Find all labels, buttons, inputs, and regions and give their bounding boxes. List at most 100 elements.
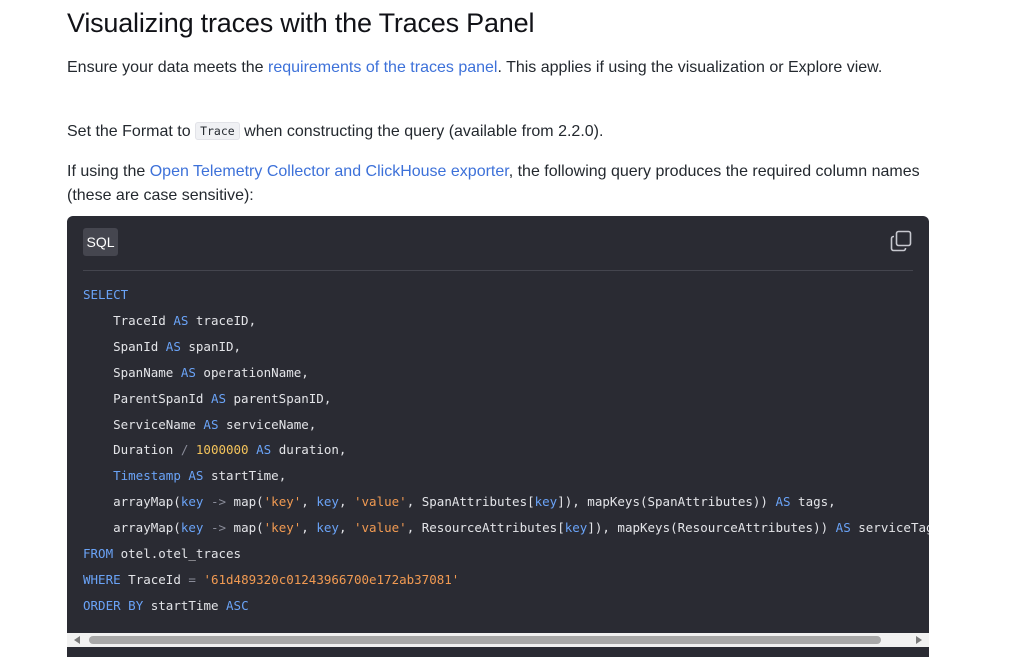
code-token: SpanId <box>83 338 166 354</box>
code-token: ]), mapKeys(ResourceAttributes)) <box>587 520 836 536</box>
code-line: Timestamp AS startTime, <box>83 468 286 483</box>
copy-icon[interactable] <box>889 229 913 253</box>
code-token: AS <box>203 416 219 432</box>
code-token: , <box>301 520 317 536</box>
code-token: TraceId <box>120 571 189 587</box>
code-token: ParentSpanId <box>83 390 211 406</box>
paragraph-otel: If using the Open Telemetry Collector an… <box>67 160 929 208</box>
code-token: AS <box>188 468 204 484</box>
code-line: ParentSpanId AS parentSpanID, <box>83 391 331 406</box>
code-token: -> <box>210 494 227 510</box>
horizontal-scrollbar[interactable] <box>67 633 929 647</box>
code-token: , <box>338 494 354 510</box>
otel-exporter-link[interactable]: Open Telemetry Collector and ClickHouse … <box>150 163 509 180</box>
code-token: AS <box>835 520 851 536</box>
code-token: traceID, <box>188 312 257 328</box>
code-line: SELECT <box>83 287 128 302</box>
code-token: Timestamp <box>113 468 181 484</box>
paragraph-text: . This applies if using the visualizatio… <box>497 59 883 76</box>
scroll-thumb[interactable] <box>89 636 881 644</box>
code-token: = <box>188 571 196 587</box>
code-token: AS <box>775 494 791 510</box>
code-line: arrayMap(key -> map('key', key, 'value',… <box>83 494 836 509</box>
paragraph-text: Ensure your data meets the <box>67 59 268 76</box>
code-line: SpanId AS spanID, <box>83 339 241 354</box>
code-token: key <box>534 494 558 510</box>
code-token: parentSpanID, <box>226 390 332 406</box>
code-token: 'key' <box>263 494 302 510</box>
code-line: Duration / 1000000 AS duration, <box>83 442 346 457</box>
code-header-divider <box>83 270 913 271</box>
code-token: duration, <box>271 442 347 458</box>
paragraph-text: If using the <box>67 163 150 180</box>
code-token: AS <box>256 442 272 458</box>
code-token: otel.otel_traces <box>113 546 242 562</box>
code-token: AS <box>210 390 226 406</box>
code-line: ORDER BY startTime ASC <box>83 598 249 613</box>
code-token: , <box>338 520 354 536</box>
code-token: 'value' <box>354 494 407 510</box>
code-token: startTime, <box>203 468 287 484</box>
code-token: AS <box>165 338 181 354</box>
code-token: BY <box>128 597 144 613</box>
paragraph-requirements: Ensure your data meets the requirements … <box>67 56 929 80</box>
code-token: serviceTags <box>858 520 929 536</box>
sql-code: SELECT TraceId AS traceID, SpanId AS spa… <box>83 282 929 619</box>
code-token: TraceId <box>83 312 174 328</box>
code-line: FROM otel.otel_traces <box>83 546 241 561</box>
code-token: ]), mapKeys(SpanAttributes)) <box>557 494 776 510</box>
code-line: arrayMap(key -> map('key', key, 'value',… <box>83 520 929 535</box>
code-token: AS <box>173 312 189 328</box>
code-token: key <box>180 520 204 536</box>
paragraph-text: Set the Format to <box>67 123 196 140</box>
code-token: map( <box>226 520 264 536</box>
inline-code-trace: Trace <box>195 122 240 140</box>
code-token: 'value' <box>354 520 407 536</box>
code-token: spanID, <box>180 338 242 354</box>
paragraph-text: when constructing the query (available f… <box>239 123 604 140</box>
code-token: startTime <box>143 597 227 613</box>
code-token: WHERE <box>83 571 121 587</box>
paragraph-format: Set the Format to Trace when constructin… <box>67 120 929 144</box>
page-heading: Visualizing traces with the Traces Panel <box>67 8 535 38</box>
code-token: map( <box>226 494 264 510</box>
code-token: key <box>316 520 339 536</box>
code-line: ServiceName AS serviceName, <box>83 417 316 432</box>
code-token: ASC <box>226 597 249 613</box>
scroll-right-arrow-icon[interactable] <box>916 636 922 644</box>
code-token: operationName, <box>195 364 309 380</box>
code-token: serviceName, <box>218 416 317 432</box>
code-token: ServiceName <box>83 416 204 432</box>
code-token: tags, <box>790 494 836 510</box>
code-block: SQL SELECT TraceId AS traceID, SpanId AS… <box>67 216 929 657</box>
code-token: Duration <box>83 442 181 458</box>
language-badge: SQL <box>83 228 118 256</box>
code-token: -> <box>210 520 227 536</box>
code-token: 'key' <box>263 520 302 536</box>
code-token: arrayMap( <box>83 520 181 536</box>
code-token: arrayMap( <box>83 494 181 510</box>
code-token: SpanName <box>83 364 181 380</box>
code-line: WHERE TraceId = '61d489320c01243966700e1… <box>83 572 459 587</box>
code-token: key <box>180 494 204 510</box>
code-token: AS <box>180 364 196 380</box>
code-token: , SpanAttributes[ <box>406 494 535 510</box>
code-token: 1000000 <box>195 442 249 458</box>
code-line: SpanName AS operationName, <box>83 365 309 380</box>
code-token: key <box>316 494 339 510</box>
code-token: FROM <box>83 546 114 562</box>
requirements-link[interactable]: requirements of the traces panel <box>268 59 497 76</box>
code-line: TraceId AS traceID, <box>83 313 256 328</box>
code-token: key <box>564 520 588 536</box>
code-token: , ResourceAttributes[ <box>406 520 565 536</box>
code-token: , <box>301 494 317 510</box>
code-token: SELECT <box>83 287 129 302</box>
code-token: ORDER <box>83 597 121 613</box>
code-token: '61d489320c01243966700e172ab37081' <box>203 571 460 587</box>
scroll-left-arrow-icon[interactable] <box>74 636 80 644</box>
